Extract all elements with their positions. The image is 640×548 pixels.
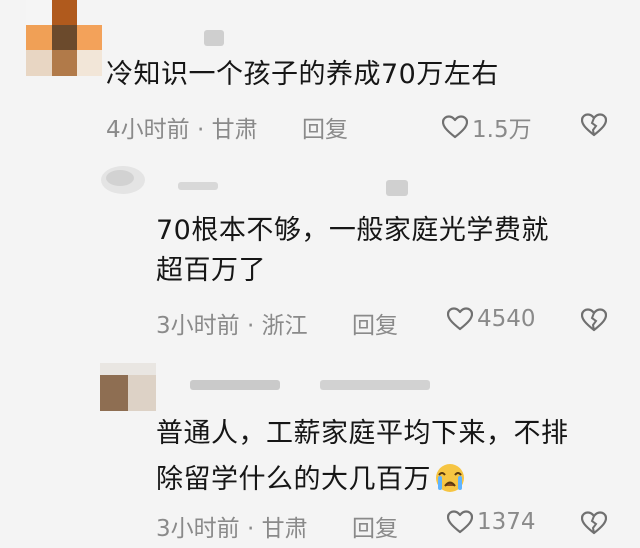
comment-meta: 3小时前 · 甘肃	[156, 509, 308, 543]
like-count: 4540	[477, 306, 536, 332]
username-blurred[interactable]	[320, 380, 430, 390]
heart-outline-icon	[442, 115, 468, 139]
like-button[interactable]: 4540	[447, 306, 536, 332]
dislike-button[interactable]	[580, 308, 608, 336]
dislike-button[interactable]	[580, 511, 608, 539]
comment-text-line-1: 普通人，工薪家庭平均下来，不排	[156, 418, 569, 449]
like-count: 1.5万	[472, 117, 532, 143]
avatar[interactable]	[98, 160, 148, 200]
comment-text-line-2: 超百万了	[156, 255, 266, 286]
reply-button[interactable]: 回复	[302, 110, 348, 144]
username-blurred[interactable]	[178, 182, 218, 190]
comment-text-content: 除留学什么的大几百万	[156, 464, 431, 495]
broken-heart-icon	[580, 113, 608, 137]
comment-text: 冷知识一个孩子的养成70万左右	[106, 59, 499, 90]
broken-heart-icon	[580, 308, 608, 332]
comment-meta: 3小时前 · 浙江	[156, 306, 308, 340]
broken-heart-icon	[580, 511, 608, 535]
username-blurred[interactable]	[190, 380, 280, 390]
comment-meta: 4小时前 · 甘肃	[106, 110, 258, 144]
like-button[interactable]: 1.5万	[442, 110, 532, 144]
avatar[interactable]	[26, 0, 102, 76]
username-blurred[interactable]	[204, 30, 224, 46]
timestamp-location: 3小时前 · 浙江	[156, 313, 308, 339]
username-blurred[interactable]	[386, 180, 408, 196]
heart-outline-icon	[447, 510, 473, 534]
crying-face-emoji	[433, 463, 467, 505]
timestamp-location: 4小时前 · 甘肃	[106, 117, 258, 143]
comment-text-line-2: 除留学什么的大几百万	[156, 460, 467, 505]
avatar[interactable]	[100, 363, 156, 411]
comment-text-line-1: 70根本不够，一般家庭光学费就	[156, 215, 549, 246]
heart-outline-icon	[447, 307, 473, 331]
dislike-button[interactable]	[580, 113, 608, 141]
reply-button[interactable]: 回复	[352, 306, 398, 340]
like-count: 1374	[477, 509, 536, 535]
reply-button[interactable]: 回复	[352, 509, 398, 543]
like-button[interactable]: 1374	[447, 509, 536, 535]
timestamp-location: 3小时前 · 甘肃	[156, 516, 308, 542]
